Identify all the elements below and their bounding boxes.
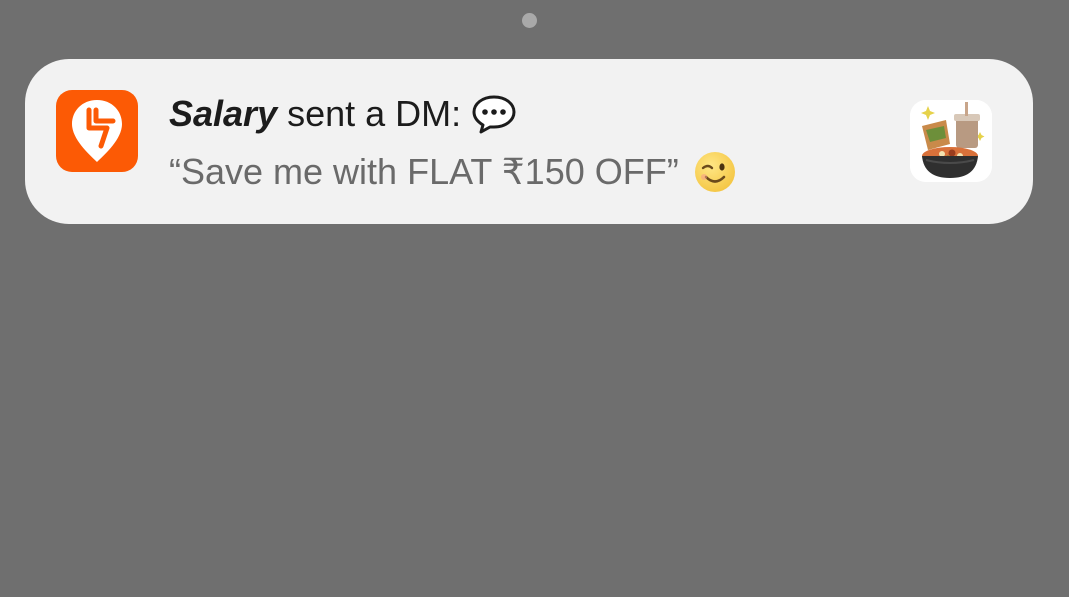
notification-title: Salary sent a DM: — [169, 92, 517, 136]
notification-body: “Save me with FLAT ₹150 OFF” — [169, 149, 737, 195]
message-text: “Save me with FLAT ₹150 OFF” — [169, 151, 679, 192]
sender-name: Salary — [169, 93, 278, 134]
food-bowl-thumbnail — [910, 100, 992, 182]
swiggy-logo-icon — [56, 90, 138, 172]
speech-bubble-icon — [471, 94, 517, 134]
title-text: sent a DM: — [287, 93, 462, 134]
notification-card[interactable]: Salary sent a DM: “Save me with FLAT ₹15… — [25, 59, 1033, 224]
notification-shade: Salary sent a DM: “Save me with FLAT ₹15… — [0, 0, 1069, 597]
page-indicator-dot — [522, 13, 537, 28]
winking-face-icon — [693, 150, 737, 194]
